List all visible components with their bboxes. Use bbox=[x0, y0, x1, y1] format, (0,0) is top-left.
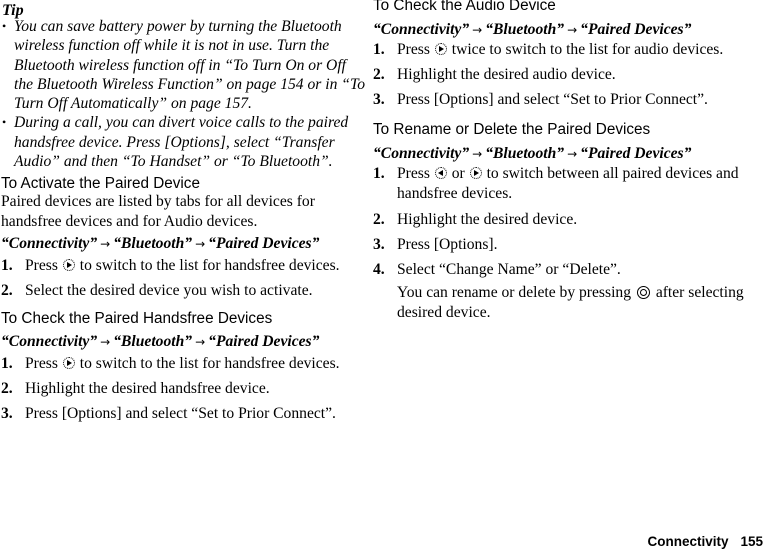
step-text: Press to switch to the list for handsfre… bbox=[1, 256, 367, 276]
step-text: Press [Options]. bbox=[397, 236, 498, 253]
step-text: Highlight the desired device. bbox=[397, 211, 578, 228]
section-heading-check-handsfree: To Check the Paired Handsfree Devices bbox=[1, 310, 273, 327]
tip-text: During a call, you can divert voice call… bbox=[14, 114, 349, 171]
step-number: 3. bbox=[373, 91, 385, 108]
step-number: 2. bbox=[1, 282, 13, 299]
path-bluetooth: “Bluetooth” bbox=[113, 235, 193, 252]
arrow-icon: → bbox=[100, 237, 111, 251]
arrow-icon: → bbox=[472, 147, 483, 161]
step-text: Highlight the desired audio device. bbox=[397, 66, 616, 83]
step-text: Press [Options] and select “Set to Prior… bbox=[397, 91, 708, 108]
arrow-icon: → bbox=[472, 23, 483, 37]
step-item: 2. Highlight the desired device. bbox=[373, 210, 767, 230]
step-number: 2. bbox=[373, 211, 385, 228]
section-heading-rename-delete: To Rename or Delete the Paired Devices bbox=[373, 121, 651, 138]
step-item: 2. Select the desired device you wish to… bbox=[1, 281, 367, 301]
step-text-post: to switch to the list for handsfree devi… bbox=[79, 355, 340, 372]
navigation-key-right-icon bbox=[469, 167, 482, 179]
footer-section-name: Connectivity bbox=[647, 534, 729, 549]
tip-item: • You can save battery power by turning … bbox=[0, 17, 366, 113]
step-text-pre: Press bbox=[397, 41, 430, 58]
rename-delete-note: You can rename or delete by pressing aft… bbox=[397, 283, 747, 322]
step-text-post: to switch to the list for handsfree devi… bbox=[79, 257, 340, 274]
section-heading-activate: To Activate the Paired Device bbox=[1, 175, 200, 192]
path-bluetooth: “Bluetooth” bbox=[113, 333, 193, 350]
step-text: Select “Change Name” or “Delete”. bbox=[397, 261, 621, 278]
step-text: Press twice to switch to the list for au… bbox=[373, 40, 767, 60]
menu-path: “Connectivity” → “Bluetooth” → “Paired Devic… bbox=[373, 21, 691, 39]
bullet-icon: • bbox=[2, 115, 7, 130]
tip-list: • You can save battery power by turning … bbox=[0, 17, 366, 171]
arrow-icon: → bbox=[100, 335, 111, 349]
navigation-key-right-icon bbox=[434, 43, 447, 55]
step-number: 4. bbox=[373, 261, 385, 278]
step-text-mid: or bbox=[451, 165, 465, 182]
step-item: 1. Press twice to switch to the list for… bbox=[373, 40, 767, 60]
path-paired-devices: “Paired Devices” bbox=[208, 333, 320, 350]
page-footer: Connectivity 155 bbox=[647, 534, 763, 550]
menu-path: “Connectivity” → “Bluetooth” → “Paired Devic… bbox=[1, 333, 319, 351]
arrow-icon: → bbox=[195, 237, 206, 251]
menu-path: “Connectivity” → “Bluetooth” → “Paired Devic… bbox=[373, 145, 691, 163]
tip-text: You can save battery power by turning th… bbox=[14, 18, 366, 113]
step-item: 1. Press to switch to the list for hands… bbox=[1, 256, 367, 276]
path-bluetooth: “Bluetooth” bbox=[485, 145, 565, 162]
path-bluetooth: “Bluetooth” bbox=[485, 21, 565, 38]
navigation-key-right-icon bbox=[62, 357, 75, 369]
step-text: Select the desired device you wish to ac… bbox=[25, 282, 313, 299]
tip-item: • During a call, you can divert voice ca… bbox=[0, 113, 366, 171]
menu-path: “Connectivity” → “Bluetooth” → “Paired Devic… bbox=[1, 235, 319, 253]
step-item: 2. Highlight the desired handsfree devic… bbox=[1, 379, 367, 399]
step-number: 1. bbox=[373, 165, 385, 182]
step-text: Highlight the desired handsfree device. bbox=[25, 380, 270, 397]
step-text: Press [Options] and select “Set to Prior… bbox=[25, 405, 336, 422]
path-connectivity: “Connectivity” bbox=[1, 333, 98, 350]
bullet-icon: • bbox=[2, 19, 7, 33]
navigation-key-right-icon bbox=[62, 259, 75, 271]
note-text-pre: You can rename or delete by pressing bbox=[397, 284, 631, 301]
arrow-icon: → bbox=[567, 23, 578, 37]
step-number: 1. bbox=[1, 355, 13, 372]
center-select-key-icon bbox=[636, 286, 650, 299]
path-paired-devices: “Paired Devices” bbox=[208, 235, 320, 252]
path-connectivity: “Connectivity” bbox=[373, 145, 470, 162]
step-number: 1. bbox=[373, 41, 385, 58]
step-number: 2. bbox=[373, 66, 385, 83]
step-number: 1. bbox=[1, 257, 13, 274]
step-text-post: twice to switch to the list for audio de… bbox=[451, 41, 724, 58]
step-text-pre: Press bbox=[25, 355, 58, 372]
step-item: 1. Press or to switch between all paired… bbox=[373, 164, 767, 203]
path-connectivity: “Connectivity” bbox=[373, 21, 470, 38]
step-number: 3. bbox=[1, 405, 13, 422]
arrow-icon: → bbox=[567, 147, 578, 161]
activate-intro: Paired devices are listed by tabs for al… bbox=[1, 193, 315, 230]
page-number: 155 bbox=[740, 534, 763, 549]
step-item: 2. Highlight the desired audio device. bbox=[373, 65, 767, 85]
path-paired-devices: “Paired Devices” bbox=[580, 21, 692, 38]
section-heading-check-audio: To Check the Audio Device bbox=[373, 0, 556, 14]
step-number: 3. bbox=[373, 236, 385, 253]
step-text-pre: Press bbox=[25, 257, 58, 274]
step-item: 3. Press [Options] and select “Set to Pr… bbox=[1, 404, 367, 424]
step-text: Press or to switch between all paired de… bbox=[373, 164, 767, 203]
path-connectivity: “Connectivity” bbox=[1, 235, 98, 252]
step-item: 3. Press [Options]. bbox=[373, 235, 767, 255]
step-item: 1. Press to switch to the list for hands… bbox=[1, 354, 367, 374]
step-text: Press to switch to the list for handsfre… bbox=[1, 354, 367, 374]
step-item: 4. Select “Change Name” or “Delete”. bbox=[373, 260, 767, 280]
step-item: 3. Press [Options] and select “Set to Pr… bbox=[373, 90, 767, 110]
step-text-post: to switch between all paired devices and… bbox=[397, 165, 739, 202]
navigation-key-left-icon bbox=[434, 167, 447, 179]
step-number: 2. bbox=[1, 380, 13, 397]
path-paired-devices: “Paired Devices” bbox=[580, 145, 692, 162]
step-text-pre: Press bbox=[397, 165, 430, 182]
arrow-icon: → bbox=[195, 335, 206, 349]
